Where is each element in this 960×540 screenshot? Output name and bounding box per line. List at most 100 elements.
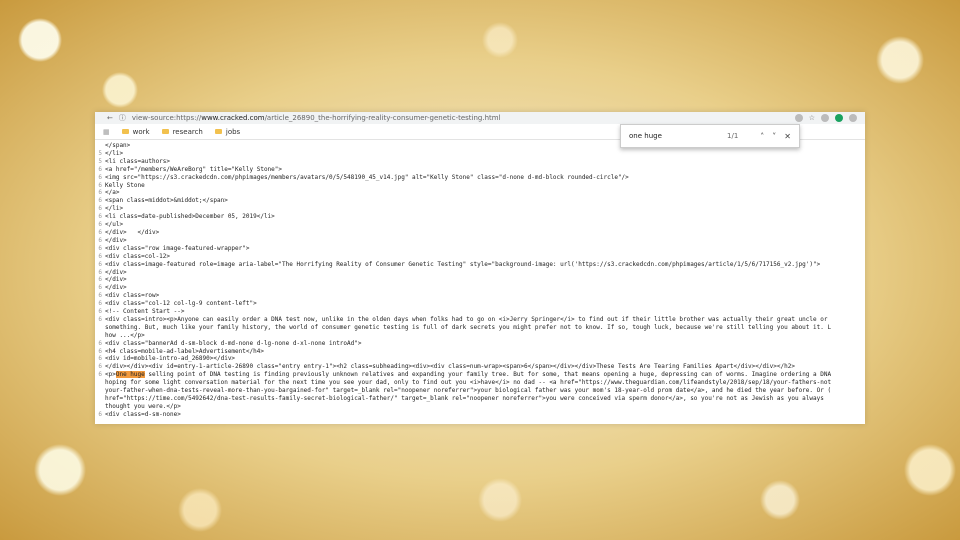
- line-text: </span>: [105, 142, 131, 149]
- source-line: 6 <div class="row image-featured-wrapper"…: [95, 245, 865, 253]
- find-bar: one huge 1/1 ˄ ˅ ✕: [620, 124, 800, 148]
- source-line: 6 <div class="col-12 col-lg-9 content-lef…: [95, 300, 865, 308]
- line-number: 6: [98, 213, 102, 221]
- line-number: 6: [98, 308, 102, 316]
- star-icon[interactable]: ☆: [809, 114, 815, 122]
- line-text: </div> </div>: [105, 228, 160, 236]
- source-line: how ...</p>: [95, 332, 865, 340]
- folder-icon: [214, 129, 222, 134]
- line-text: </ul>: [105, 221, 124, 229]
- line-text: </div></div><div id=entry-1-article-2689…: [105, 363, 795, 371]
- line-number: [95, 395, 102, 403]
- line-text: how ...</p>: [105, 331, 145, 339]
- line-number: [95, 324, 102, 332]
- line-text: <div id=mobile-intro-ad_26890></div>: [105, 355, 236, 363]
- line-number: 6: [98, 371, 102, 379]
- source-line: 6 <span class=middot>&middot;</span>: [95, 197, 865, 205]
- bookmark-research[interactable]: research: [161, 128, 203, 136]
- line-text: thought you were.</p>: [105, 402, 181, 410]
- source-line: 6 </div></div><div id=entry-1-article-268…: [95, 363, 865, 371]
- find-previous-button[interactable]: ˄: [760, 132, 764, 141]
- line-text: </a>: [105, 189, 120, 197]
- line-text: <div class=d-sm-none>: [105, 410, 181, 418]
- source-line: 6 <div class=intro><p>Anyone can easily o…: [95, 316, 865, 324]
- line-number: 6: [98, 244, 102, 252]
- line-text: hoping for some light conversation mater…: [105, 379, 832, 387]
- source-line: 6 <h4 class=mobile-ad-label>Advertisement…: [95, 348, 865, 356]
- address-bar[interactable]: ← ⓘ view-source:https://www.cracked.com/…: [95, 112, 865, 124]
- line-number: 6: [98, 292, 102, 300]
- source-line: 6 <p>One huge selling point of DNA testin…: [95, 371, 865, 379]
- line-number: 6: [98, 347, 102, 355]
- source-line: your-father-when-dna-tests-reveal-more-t…: [95, 387, 865, 395]
- line-number: 6: [98, 173, 102, 181]
- zoom-icon[interactable]: [794, 114, 803, 122]
- apps-icon[interactable]: ▦: [103, 128, 110, 136]
- grammarly-icon[interactable]: [835, 114, 843, 122]
- source-line: thought you were.</p>: [95, 403, 865, 411]
- line-number: 6: [98, 228, 102, 236]
- find-next-button[interactable]: ˅: [772, 132, 776, 141]
- source-line: 6 </li>: [95, 205, 865, 213]
- source-line: 6 <div id=mobile-intro-ad_26890></div>: [95, 355, 865, 363]
- line-number: [95, 387, 102, 395]
- source-line: 6 <div class=image-featured role=image ar…: [95, 261, 865, 269]
- line-text: <div class=row>: [105, 292, 160, 300]
- line-number: 6: [98, 268, 102, 276]
- line-text: <div class="bannerAd d-sm-block d-md-non…: [105, 339, 362, 347]
- line-number: 6: [98, 260, 102, 268]
- source-line: 5 <li class=authors>: [95, 158, 865, 166]
- line-number: 6: [98, 181, 102, 189]
- source-line: 6 Kelly Stone: [95, 182, 865, 190]
- line-text: <img src="https://s3.crackedcdn.com/phpi…: [105, 173, 629, 181]
- source-line: hoping for some light conversation mater…: [95, 379, 865, 387]
- line-number: 5: [98, 157, 102, 165]
- back-icon[interactable]: ←: [107, 114, 113, 122]
- line-text: <div class="col-12 col-lg-9 content-left…: [105, 300, 257, 308]
- bookmark-jobs[interactable]: jobs: [214, 128, 240, 136]
- source-line: 6 <img src="https://s3.crackedcdn.com/php…: [95, 174, 865, 182]
- line-number: 6: [98, 363, 102, 371]
- source-line: 6 <div class=d-sm-none>: [95, 411, 865, 419]
- bookmark-work[interactable]: work: [121, 128, 150, 136]
- line-number: 6: [98, 236, 102, 244]
- line-text: href="https://time.com/5492642/dna-test-…: [105, 395, 824, 402]
- line-text: </div>: [105, 276, 127, 284]
- line-number: [95, 142, 102, 150]
- find-input[interactable]: one huge: [629, 132, 727, 140]
- url-text[interactable]: view-source:https://www.cracked.com/arti…: [132, 114, 501, 122]
- source-line: 5 </li>: [95, 150, 865, 158]
- line-text: </div>: [105, 284, 127, 292]
- folder-icon: [161, 129, 169, 134]
- line-text: </div>: [105, 268, 127, 276]
- line-text: <a href="/members/WeAreBorg" title="Kell…: [105, 165, 283, 173]
- extension-icon[interactable]: [821, 114, 829, 122]
- source-line: something. But, much like your family hi…: [95, 324, 865, 332]
- profile-icon[interactable]: [849, 114, 857, 122]
- line-text: Kelly Stone: [105, 181, 145, 189]
- line-text: <p>One huge selling point of DNA testing…: [105, 371, 832, 379]
- line-text: <div class="row image-featured-wrapper">: [105, 244, 250, 252]
- source-line: 6 <div class=col-12>: [95, 253, 865, 261]
- line-text: </li>: [105, 205, 124, 213]
- line-number: 6: [98, 300, 102, 308]
- info-icon[interactable]: ⓘ: [119, 113, 126, 123]
- line-number: [95, 332, 102, 340]
- source-line: 6 </div>: [95, 284, 865, 292]
- line-number: 6: [98, 189, 102, 197]
- source-line: 6 </div>: [95, 276, 865, 284]
- find-count: 1/1: [727, 132, 739, 140]
- line-number: 6: [98, 355, 102, 363]
- line-number: 5: [98, 149, 102, 157]
- line-number: 6: [98, 197, 102, 205]
- line-text: </div>: [105, 236, 127, 244]
- line-text: your-father-when-dna-tests-reveal-more-t…: [105, 387, 832, 395]
- find-close-button[interactable]: ✕: [784, 132, 791, 141]
- line-number: 6: [98, 410, 102, 418]
- source-line: 6 <div class="bannerAd d-sm-block d-md-no…: [95, 340, 865, 348]
- line-text: <div class=intro><p>Anyone can easily or…: [105, 315, 828, 323]
- line-text: <div class=col-12>: [105, 252, 171, 260]
- line-number: [95, 379, 102, 387]
- line-text: <div class=image-featured role=image ari…: [105, 260, 821, 268]
- line-number: 6: [98, 315, 102, 323]
